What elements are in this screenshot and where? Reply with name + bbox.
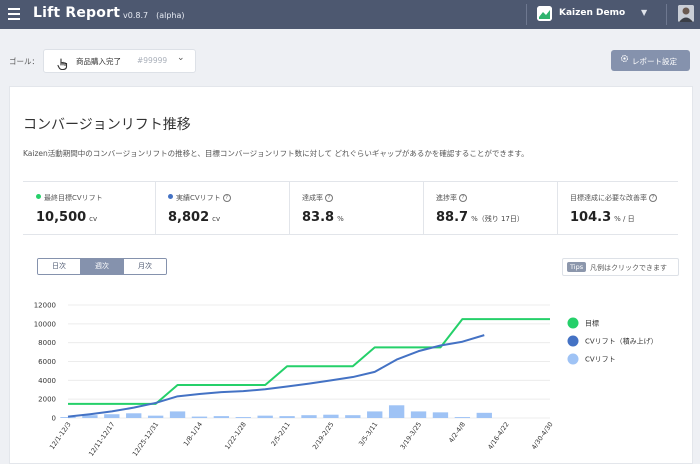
app-title[interactable]: Lift Report [33,5,120,21]
bar [191,416,208,418]
bar [410,411,427,418]
chevron-down-icon: ⌄ [177,53,185,63]
legend-marker [567,353,579,365]
x-tick-label: 12/11-12/17 [87,421,116,458]
goal-name: 商品購入完了 [76,57,121,66]
y-tick-label: 4000 [38,377,56,385]
bar [126,413,142,418]
lift-trend-card: コンバージョンリフト推移 Kaizen活動期間中のコンバージョンリフトの推移と、… [9,86,693,464]
y-tick-label: 10000 [34,320,56,328]
lift-chart: 0 2000 4000 6000 8000 10000 12000 12/1-12/3 12/1… [34,302,658,458]
x-tick-label: 2/5-2/11 [269,421,291,448]
hamburger-menu-icon[interactable] [8,8,20,20]
goal-select[interactable]: 商品購入完了 #99999 ⌄ [43,49,196,73]
bar [301,415,317,418]
bar [476,412,492,418]
y-tick-label: 12000 [34,302,56,310]
x-tick-label: 12/1-12/3 [48,421,73,451]
x-tick-label: 1/22-1/28 [223,421,248,451]
y-tick-label: 8000 [38,339,56,347]
legend-item[interactable]: 目標 [585,319,599,328]
y-tick-label: 6000 [38,358,56,366]
divider [526,4,527,25]
x-tick-label: 2/19-2/25 [311,421,336,451]
x-tick-label: 4/30-4/30 [530,421,555,451]
bar [345,415,361,418]
goal-label: ゴール： [9,57,39,66]
x-tick-label: 12/25-12/31 [131,421,160,458]
top-bar: Lift Report v0.8.7 (alpha) Kaizen Demo ▼ [0,0,700,29]
report-settings-button[interactable]: レポート設定 [611,50,690,71]
hand-pointer-icon [57,55,68,74]
org-logo-icon [537,6,552,21]
app-version: v0.8.7 (alpha) [123,11,185,20]
bar [367,411,383,418]
bar [279,416,295,418]
user-avatar[interactable] [678,5,694,22]
bar [60,417,76,418]
x-tick-label: 3/19-3/25 [399,421,424,451]
goal-id: #99999 [137,56,168,65]
chevron-down-icon[interactable]: ▼ [641,8,647,17]
legend-item[interactable]: CVリフト（積み上げ） [585,337,658,346]
x-tick-label: 3/5-3/11 [357,421,379,448]
bar [147,415,164,418]
bar [235,417,251,418]
legend-item[interactable]: CVリフト [585,356,616,364]
x-tick-label: 4/16-4/22 [486,421,511,451]
gear-icon [620,54,629,65]
bar [454,417,471,418]
y-tick-label: 2000 [38,396,56,404]
bar [323,414,339,418]
divider [666,4,667,25]
org-switcher[interactable]: Kaizen Demo [559,8,625,18]
bar [213,416,230,418]
legend-marker [567,335,579,347]
bar [169,411,186,418]
legend-marker [567,317,579,329]
x-tick-label: 1/8-1/14 [182,421,204,448]
x-tick-label: 4/2-4/8 [447,421,467,445]
report-settings-label: レポート設定 [632,57,677,66]
y-tick-label: 0 [52,415,56,423]
bar [388,405,405,418]
bar [104,414,120,418]
bar [257,415,273,418]
bar [432,412,449,418]
